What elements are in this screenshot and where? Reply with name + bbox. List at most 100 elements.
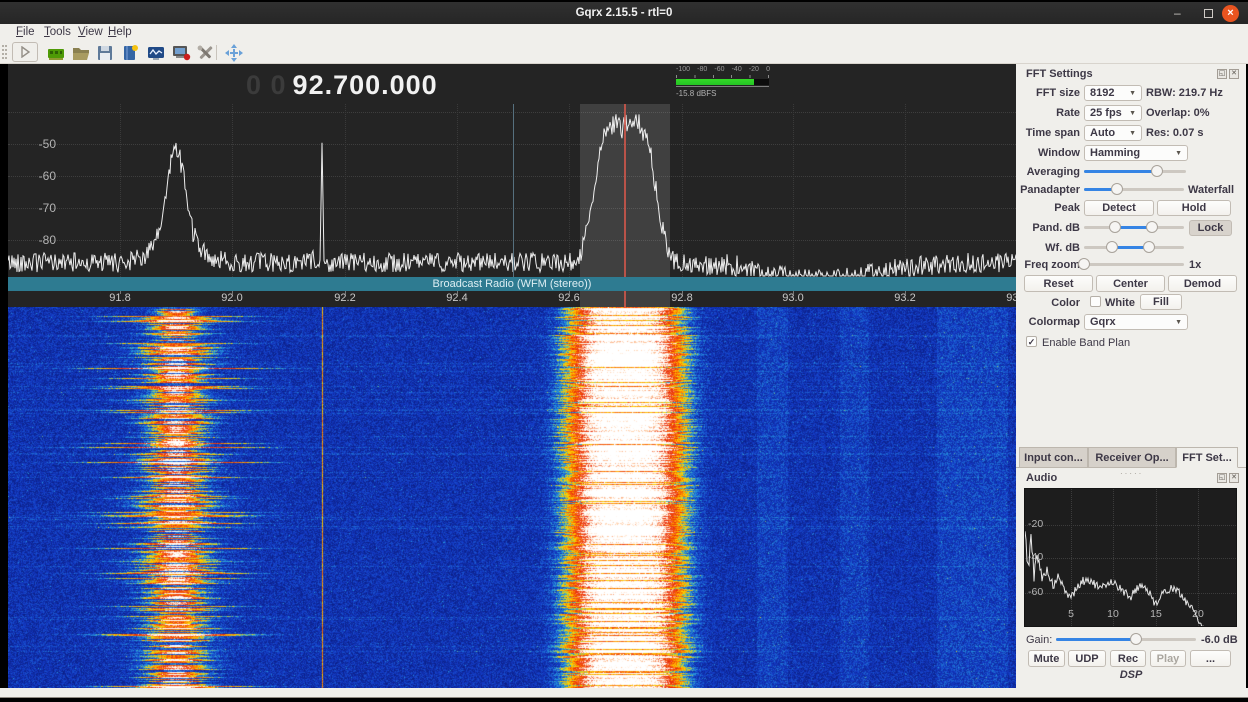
- axis-tick: [120, 291, 121, 294]
- slider-handle[interactable]: [1151, 165, 1163, 177]
- start-dsp-button[interactable]: [12, 42, 38, 62]
- menu-bar: File Tools View Help: [0, 24, 1248, 41]
- spectrum-trace: [8, 114, 1016, 276]
- bandplan-label: Broadcast Radio (WFM (stereo)): [433, 278, 592, 290]
- axis-tick: [682, 291, 683, 294]
- wf-db-range-slider[interactable]: [1084, 240, 1184, 254]
- status-bar: [0, 688, 1248, 697]
- play-button[interactable]: Play: [1150, 650, 1186, 667]
- freq-zoom-label: Freq zoom: [1016, 259, 1080, 271]
- time-span-select[interactable]: Auto ▼: [1084, 125, 1142, 141]
- float-panel-icon[interactable]: ◱: [1217, 473, 1227, 483]
- white-checkbox-label: White: [1105, 297, 1135, 309]
- udp-button[interactable]: UDP: [1068, 650, 1106, 667]
- meter-underline: [676, 86, 769, 87]
- mute-label: Mute: [1034, 653, 1060, 665]
- maximize-button[interactable]: [1204, 9, 1213, 18]
- lock-label: Lock: [1198, 222, 1224, 234]
- slider-handle[interactable]: [1109, 221, 1121, 233]
- frequency-display[interactable]: 0 092.700.000: [246, 70, 438, 101]
- peak-hold-button[interactable]: Hold: [1157, 200, 1231, 216]
- wf-db-label: Wf. dB: [1016, 242, 1080, 254]
- gain-slider[interactable]: [1056, 632, 1196, 646]
- frequency-leading-zeros: 0 0: [246, 70, 287, 100]
- fft-size-value: 8192: [1090, 87, 1114, 99]
- signal-strength-meter: -100-80-60-40-200 -15.8 dBFS: [674, 66, 774, 100]
- bandplan-bar[interactable]: Broadcast Radio (WFM (stereo)): [8, 277, 1016, 291]
- audio-panel-title: Audio: [1026, 472, 1057, 484]
- float-panel-icon[interactable]: ◱: [1217, 69, 1227, 79]
- lock-button[interactable]: Lock: [1189, 220, 1232, 236]
- panadapter-waterfall-split-slider[interactable]: [1084, 182, 1184, 196]
- fill-label: Fill: [1153, 296, 1169, 308]
- meter-scale: -100-80-60-40-200: [676, 66, 770, 73]
- menu-tools[interactable]: Tools: [44, 26, 71, 38]
- menu-view[interactable]: View: [78, 26, 103, 38]
- toolbar-separator: [216, 45, 217, 60]
- open-file-icon[interactable]: [71, 43, 91, 63]
- freq-zoom-slider[interactable]: [1084, 257, 1184, 271]
- tab-label: Input con...: [1024, 452, 1083, 464]
- dsp-options-icon[interactable]: [46, 43, 66, 63]
- colormap-select[interactable]: Gqrx▼: [1084, 314, 1188, 330]
- iq-recorder-icon[interactable]: [171, 43, 191, 63]
- slider-handle[interactable]: [1143, 241, 1155, 253]
- frequency-value: 92.700.000: [293, 70, 438, 100]
- reset-button[interactable]: Reset: [1024, 275, 1093, 292]
- time-span-label: Time span: [1016, 127, 1080, 139]
- demod-button[interactable]: Demod: [1168, 275, 1237, 292]
- fft-settings-title: FFT Settings: [1026, 68, 1093, 80]
- white-checkbox[interactable]: [1090, 296, 1101, 307]
- center-label: Center: [1113, 278, 1148, 290]
- waterfall-display[interactable]: [8, 307, 1016, 688]
- title-bar: Gqrx 2.15.5 - rtl=0 – ×: [0, 2, 1248, 24]
- close-panel-icon[interactable]: ✕: [1229, 69, 1239, 79]
- axis-tick: [457, 291, 458, 294]
- spectrum-plot[interactable]: [8, 104, 1016, 277]
- chevron-down-icon: ▼: [1129, 110, 1136, 117]
- freq-zoom-value: 1x: [1189, 259, 1201, 271]
- tools-icon[interactable]: [195, 43, 215, 63]
- rbw-value: RBW: 219.7 Hz: [1146, 87, 1223, 99]
- close-panel-icon[interactable]: ✕: [1229, 473, 1239, 483]
- more-audio-options-button[interactable]: ...: [1190, 650, 1231, 667]
- slider-handle[interactable]: [1130, 633, 1142, 645]
- frequency-marker-line: [513, 104, 514, 277]
- pand-db-range-slider[interactable]: [1084, 220, 1184, 234]
- rate-select[interactable]: 25 fps▼: [1084, 105, 1142, 121]
- tab-fft-settings[interactable]: FFT Set...: [1176, 447, 1238, 468]
- chevron-down-icon: ▼: [1129, 130, 1136, 137]
- minimize-button[interactable]: –: [1174, 2, 1181, 24]
- rec-button[interactable]: Rec: [1110, 650, 1146, 667]
- window-select[interactable]: Hamming▼: [1084, 145, 1188, 161]
- fill-button[interactable]: Fill: [1140, 294, 1182, 310]
- tab-label: Receiver Op...: [1095, 452, 1168, 464]
- slider-handle[interactable]: [1146, 221, 1158, 233]
- time-span-value: Auto: [1090, 127, 1115, 139]
- toolbar-drag-handle[interactable]: [2, 45, 7, 60]
- menu-file[interactable]: File: [16, 26, 35, 38]
- chevron-down-icon: ▼: [1175, 319, 1182, 326]
- fft-display-icon[interactable]: [146, 43, 166, 63]
- menu-help[interactable]: Help: [108, 26, 132, 38]
- tab-receiver-options[interactable]: Receiver Op...: [1088, 447, 1176, 468]
- meter-bar: [676, 79, 769, 85]
- center-button[interactable]: Center: [1096, 275, 1165, 292]
- slider-handle[interactable]: [1106, 241, 1118, 253]
- fft-size-select[interactable]: 8192▼: [1084, 85, 1142, 101]
- color-label: Color: [1016, 297, 1080, 309]
- remote-control-icon[interactable]: [224, 43, 244, 63]
- save-file-icon[interactable]: [95, 43, 115, 63]
- slider-handle[interactable]: [1111, 183, 1123, 195]
- enable-band-plan-checkbox[interactable]: ✓: [1026, 336, 1037, 347]
- audio-trace: [1025, 531, 1236, 627]
- mute-button[interactable]: Mute: [1028, 650, 1065, 667]
- peak-detect-button[interactable]: Detect: [1084, 200, 1154, 216]
- averaging-slider[interactable]: [1084, 164, 1186, 178]
- slider-handle[interactable]: [1078, 258, 1090, 270]
- splitter-handle[interactable]: ·····: [1120, 469, 1143, 478]
- tab-input-controls[interactable]: Input con...: [1019, 447, 1088, 468]
- bookmarks-icon[interactable]: [120, 43, 140, 63]
- audio-fft-display[interactable]: -20 -40 -60 5 10 15 20: [1024, 488, 1237, 627]
- close-button[interactable]: ×: [1222, 5, 1239, 22]
